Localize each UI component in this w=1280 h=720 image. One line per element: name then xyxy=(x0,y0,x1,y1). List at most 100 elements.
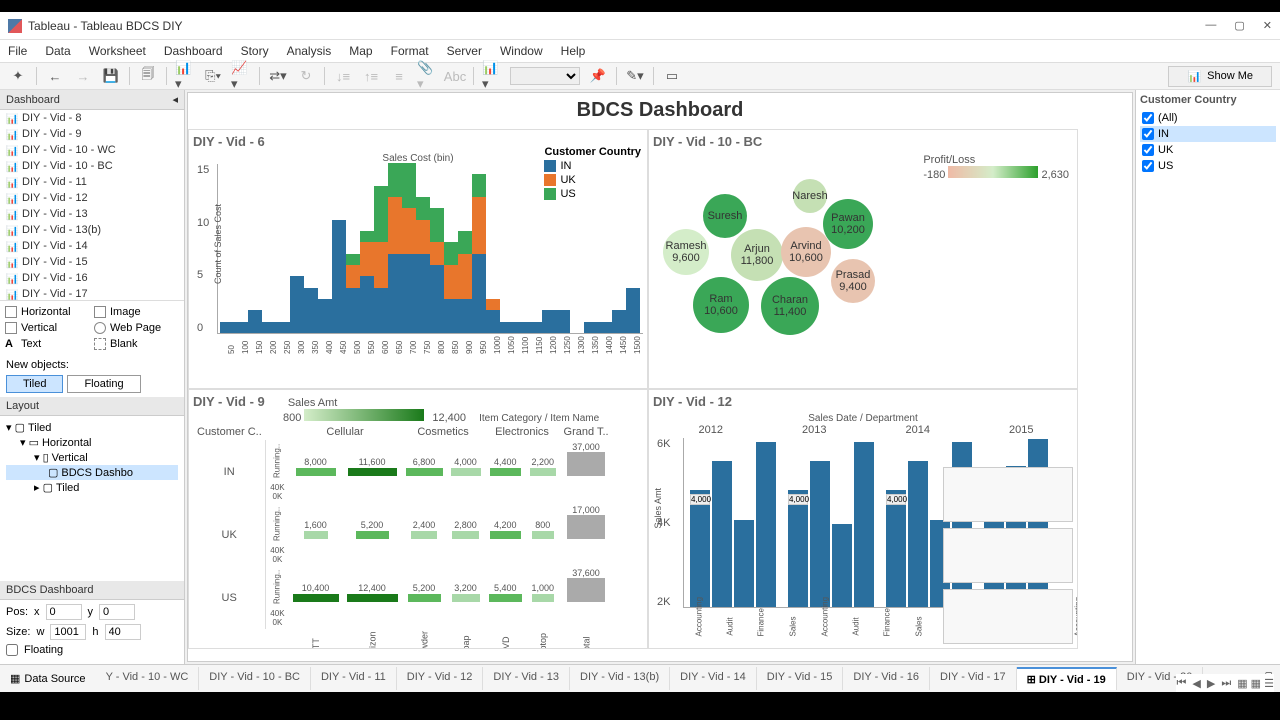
fit-select[interactable] xyxy=(510,67,580,85)
floating-button[interactable]: Floating xyxy=(67,375,140,393)
sheet-tab[interactable]: Y - Vid - 10 - WC xyxy=(96,667,200,690)
data-source-tab[interactable]: ▦ Data Source xyxy=(0,668,96,689)
sheet-tab[interactable]: DIY - Vid - 14 xyxy=(670,667,757,690)
menu-dashboard[interactable]: Dashboard xyxy=(164,44,223,58)
clear-button[interactable]: 📈▾ xyxy=(231,66,251,86)
viz-diy-vid-12[interactable]: DIY - Vid - 12 Sales Date / Department 2… xyxy=(648,389,1078,649)
sort-desc-button[interactable]: ↑≡ xyxy=(361,66,381,86)
thumbnail[interactable] xyxy=(943,589,1073,644)
sheet-item[interactable]: DIY - Vid - 12 xyxy=(0,190,184,206)
label-button[interactable]: Abc xyxy=(445,66,465,86)
sheet-tab[interactable]: DIY - Vid - 13(b) xyxy=(570,667,670,690)
menu-analysis[interactable]: Analysis xyxy=(287,44,332,58)
totals-button[interactable]: ≡ xyxy=(389,66,409,86)
sheet-tab[interactable]: DIY - Vid - 16 xyxy=(843,667,930,690)
sheet-tab[interactable]: DIY - Vid - 10 - BC xyxy=(199,667,311,690)
sheet-item[interactable]: DIY - Vid - 14 xyxy=(0,238,184,254)
sheet-item[interactable]: DIY - Vid - 13 xyxy=(0,206,184,222)
nav-first[interactable]: ⏮ xyxy=(1176,677,1186,690)
menu-format[interactable]: Format xyxy=(391,44,429,58)
maximize-button[interactable]: ▢ xyxy=(1234,19,1244,32)
sheet-item[interactable]: DIY - Vid - 8 xyxy=(0,110,184,126)
filter-in[interactable]: IN xyxy=(1140,126,1276,142)
highlight-button[interactable]: ✎▾ xyxy=(625,66,645,86)
obj-horizontal[interactable]: Horizontal xyxy=(4,305,91,319)
pos-x-input[interactable] xyxy=(46,604,82,620)
viz-diy-vid-10-bc[interactable]: DIY - Vid - 10 - BC Profit/Loss -180 2,6… xyxy=(648,129,1078,389)
forward-button[interactable]: → xyxy=(73,66,93,86)
tree-item-selected[interactable]: ▢ BDCS Dashbo xyxy=(6,465,178,480)
fit-dropdown[interactable]: 📊▾ xyxy=(482,66,502,86)
sheet-tab[interactable]: DIY - Vid - 12 xyxy=(397,667,484,690)
menu-window[interactable]: Window xyxy=(500,44,543,58)
thumbnail[interactable] xyxy=(943,528,1073,583)
obj-vertical[interactable]: Vertical xyxy=(4,321,91,335)
dashboard-title: BDCS Dashboard xyxy=(188,93,1132,128)
menu-server[interactable]: Server xyxy=(447,44,482,58)
filter-uk[interactable]: UK xyxy=(1140,142,1276,158)
start-icon[interactable]: ✦ xyxy=(8,66,28,86)
sheet-item[interactable]: DIY - Vid - 15 xyxy=(0,254,184,270)
obj-blank[interactable]: Blank xyxy=(93,337,180,351)
sheet-tab[interactable]: ⊞ DIY - Vid - 19 xyxy=(1017,667,1117,690)
filter-all[interactable]: (All) xyxy=(1140,110,1276,126)
menubar: File Data Worksheet Dashboard Story Anal… xyxy=(0,40,1280,62)
viz-diy-vid-6[interactable]: DIY - Vid - 6 Sales Cost (bin) Count of … xyxy=(188,129,648,389)
tree-item[interactable]: ▸ ▢ Tiled xyxy=(6,480,178,495)
new-data-button[interactable]: 🗐 xyxy=(138,66,158,86)
minimize-button[interactable]: — xyxy=(1205,19,1216,32)
sort-asc-button[interactable]: ↓≡ xyxy=(333,66,353,86)
group-button[interactable]: 📎▾ xyxy=(417,66,437,86)
image-icon xyxy=(94,306,106,318)
sheet-item[interactable]: DIY - Vid - 11 xyxy=(0,174,184,190)
nav-next[interactable]: ▶ xyxy=(1207,677,1215,690)
size-h-input[interactable] xyxy=(105,624,141,640)
menu-story[interactable]: Story xyxy=(241,44,269,58)
swap-button[interactable]: ⇄▾ xyxy=(268,66,288,86)
tree-item[interactable]: ▾ ▢ Tiled xyxy=(6,420,178,435)
sheet-tab[interactable]: DIY - Vid - 13 xyxy=(483,667,570,690)
menu-help[interactable]: Help xyxy=(561,44,586,58)
menu-map[interactable]: Map xyxy=(349,44,372,58)
menu-worksheet[interactable]: Worksheet xyxy=(89,44,146,58)
sheet-item[interactable]: DIY - Vid - 9 xyxy=(0,126,184,142)
obj-webpage[interactable]: Web Page xyxy=(93,321,180,335)
save-button[interactable]: 💾 xyxy=(101,66,121,86)
sheet-item[interactable]: DIY - Vid - 10 - BC xyxy=(0,158,184,174)
view-filmstrip[interactable]: ▦ ▦ ☰ xyxy=(1237,677,1274,690)
sheet-item[interactable]: DIY - Vid - 16 xyxy=(0,270,184,286)
sheet-tab[interactable]: DIY - Vid - 15 xyxy=(757,667,844,690)
pos-y-input[interactable] xyxy=(99,604,135,620)
tree-item[interactable]: ▾ ▯ Vertical xyxy=(6,450,178,465)
refresh-button[interactable]: ↻ xyxy=(296,66,316,86)
worksheet-icon xyxy=(6,193,18,203)
nav-prev[interactable]: ◀ xyxy=(1192,677,1200,690)
floating-checkbox[interactable] xyxy=(6,644,18,656)
pin-button[interactable]: 📌 xyxy=(588,66,608,86)
duplicate-button[interactable]: ⎘▾ xyxy=(203,66,223,86)
worksheet-icon xyxy=(6,113,18,123)
nav-last[interactable]: ⏭ xyxy=(1221,677,1231,690)
sheet-item[interactable]: DIY - Vid - 13(b) xyxy=(0,222,184,238)
thumbnail[interactable] xyxy=(943,467,1073,522)
menu-data[interactable]: Data xyxy=(45,44,70,58)
new-worksheet-button[interactable]: 📊▾ xyxy=(175,66,195,86)
tiled-button[interactable]: Tiled xyxy=(6,375,63,393)
menu-file[interactable]: File xyxy=(8,44,27,58)
presentation-button[interactable]: ▭ xyxy=(662,66,682,86)
obj-text[interactable]: AText xyxy=(4,337,91,351)
worksheet-icon xyxy=(6,241,18,251)
show-me-button[interactable]: 📊Show Me xyxy=(1168,66,1272,87)
sheet-item[interactable]: DIY - Vid - 17 xyxy=(0,286,184,300)
close-button[interactable]: ✕ xyxy=(1263,19,1272,32)
sheet-tab[interactable]: DIY - Vid - 17 xyxy=(930,667,1017,690)
back-button[interactable]: ← xyxy=(45,66,65,86)
size-w-input[interactable] xyxy=(50,624,86,640)
sheet-tab[interactable]: DIY - Vid - 11 xyxy=(311,667,397,690)
viz-diy-vid-9[interactable]: DIY - Vid - 9 Sales Amt 800 12,400 Item … xyxy=(188,389,648,649)
obj-image[interactable]: Image xyxy=(93,305,180,319)
sheet-tabs: ▦ Data Source Y - Vid - 10 - WCDIY - Vid… xyxy=(0,664,1280,692)
sheet-item[interactable]: DIY - Vid - 10 - WC xyxy=(0,142,184,158)
filter-us[interactable]: US xyxy=(1140,158,1276,174)
tree-item[interactable]: ▾ ▭ Horizontal xyxy=(6,435,178,450)
